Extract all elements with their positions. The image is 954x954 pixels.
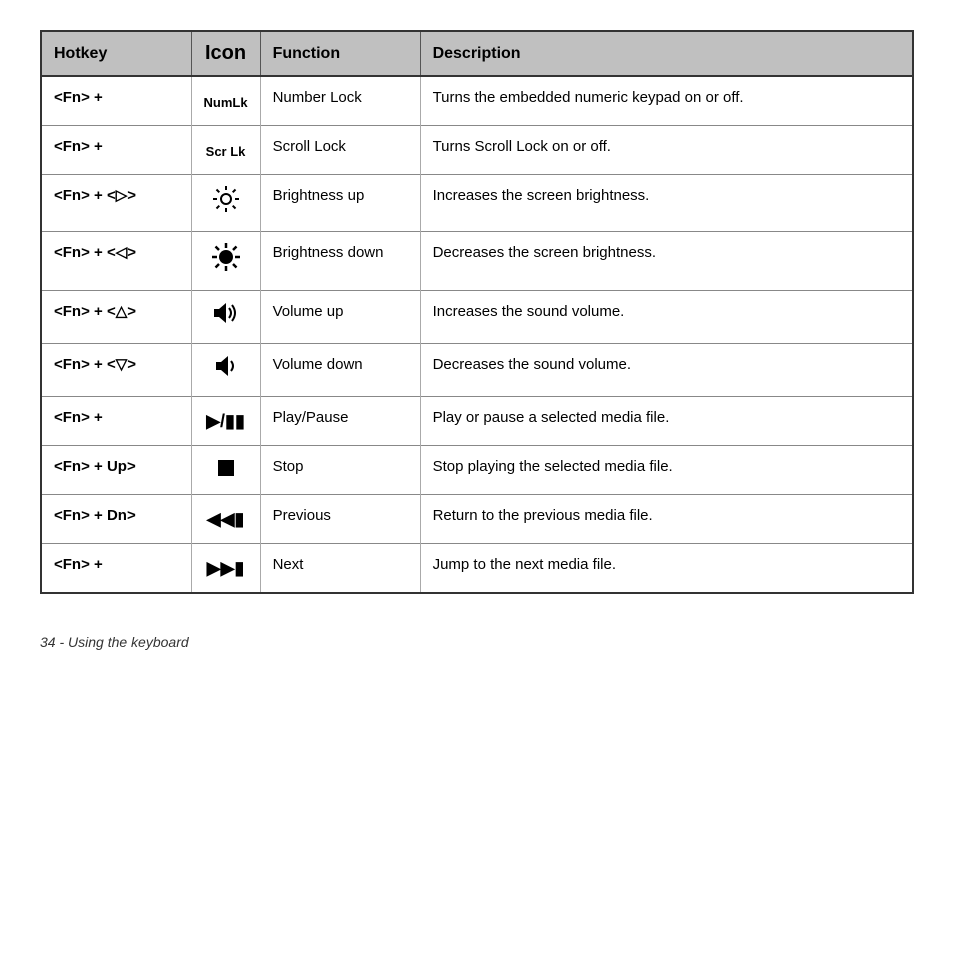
description-cell: Increases the screen brightness. [420,175,913,232]
icon-cell: NumLk [191,76,260,126]
description-cell: Jump to the next media file. [420,544,913,594]
stop-icon [218,460,234,476]
icon-cell [191,175,260,232]
function-cell: Brightness down [260,232,420,291]
hotkey-cell: <Fn> + <▷> [41,175,191,232]
description-cell: Decreases the sound volume. [420,344,913,397]
table-row: <Fn> + Up> StopStop playing the selected … [41,446,913,495]
header-hotkey: Hotkey [41,31,191,76]
table-row: <Fn> + ▶▶▮ NextJump to the next media fil… [41,544,913,594]
icon-cell [191,344,260,397]
volume-down-icon [214,354,238,378]
description-cell: Turns Scroll Lock on or off. [420,126,913,175]
description-cell: Turns the embedded numeric keypad on or … [420,76,913,126]
function-cell: Brightness up [260,175,420,232]
icon-cell: ▶▶▮ [191,544,260,594]
hotkey-cell: <Fn> + Dn> [41,495,191,544]
icon-cell [191,291,260,344]
function-cell: Volume up [260,291,420,344]
play-pause-icon: ▶/▮▮ [206,411,245,431]
icon-cell: Scr Lk [191,126,260,175]
icon-cell: ◀◀▮ [191,495,260,544]
table-row: <Fn> + NumLkNumber LockTurns the embedde… [41,76,913,126]
description-cell: Decreases the screen brightness. [420,232,913,291]
previous-icon: ◀◀▮ [207,509,245,529]
description-cell: Play or pause a selected media file. [420,397,913,446]
table-row: <Fn> + <◁> Brightness downDecreases the … [41,232,913,291]
function-cell: Volume down [260,344,420,397]
hotkey-cell: <Fn> + [41,544,191,594]
function-cell: Stop [260,446,420,495]
page-footer: 34 - Using the keyboard [40,634,914,650]
hotkey-cell: <Fn> + [41,126,191,175]
function-cell: Previous [260,495,420,544]
volume-up-icon [212,301,240,325]
icon-cell [191,446,260,495]
hotkey-cell: <Fn> + Up> [41,446,191,495]
hotkey-cell: <Fn> + [41,397,191,446]
function-cell: Scroll Lock [260,126,420,175]
table-row: <Fn> + ▶/▮▮ Play/PausePlay or pause a sele… [41,397,913,446]
brightness-down-icon [211,242,241,272]
function-cell: Play/Pause [260,397,420,446]
header-function: Function [260,31,420,76]
brightness-up-icon [212,185,240,213]
table-row: <Fn> + <▽> Volume downDecreases the soun… [41,344,913,397]
hotkey-table: Hotkey Icon Function Description <Fn> + … [40,30,914,594]
table-row: <Fn> + <△> Volume upIncreases the sound … [41,291,913,344]
next-icon: ▶▶▮ [207,558,245,578]
icon-cell [191,232,260,291]
table-row: <Fn> + <▷> Brightness upIncreases the sc… [41,175,913,232]
hotkey-cell: <Fn> + [41,76,191,126]
hotkey-cell: <Fn> + <△> [41,291,191,344]
hotkey-cell: <Fn> + <▽> [41,344,191,397]
function-cell: Next [260,544,420,594]
description-cell: Increases the sound volume. [420,291,913,344]
icon-cell: ▶/▮▮ [191,397,260,446]
description-cell: Stop playing the selected media file. [420,446,913,495]
description-cell: Return to the previous media file. [420,495,913,544]
table-row: <Fn> + Dn> ◀◀▮ PreviousReturn to the previ… [41,495,913,544]
function-cell: Number Lock [260,76,420,126]
hotkey-cell: <Fn> + <◁> [41,232,191,291]
table-row: <Fn> + Scr LkScroll LockTurns Scroll Loc… [41,126,913,175]
header-icon: Icon [191,31,260,76]
header-description: Description [420,31,913,76]
table-header-row: Hotkey Icon Function Description [41,31,913,76]
